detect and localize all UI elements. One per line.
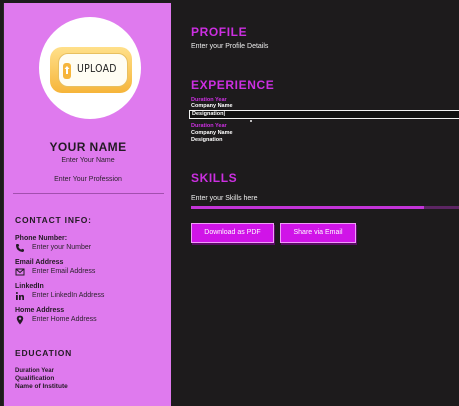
experience-duration-2[interactable]: Duration Year [191,123,227,129]
download-pdf-button[interactable]: Download as PDF [191,223,274,243]
sidebar-divider [13,193,164,194]
profession-input[interactable]: Enter Your Profession [4,176,172,183]
experience-company-2[interactable]: Company Name [191,130,233,136]
upload-photo-button[interactable]: UPLOAD [50,47,132,93]
phone-label: Phone Number: [15,235,68,242]
resume-builder: UPLOAD YOUR NAME Enter Your Name Enter Y… [0,0,459,406]
map-pin-icon [16,315,24,325]
phone-input[interactable]: Enter your Number [32,244,91,251]
linkedin-label: LinkedIn [15,283,44,290]
education-qualification[interactable]: Qualification [15,375,54,382]
profile-input[interactable]: Enter your Profile Details [191,43,268,50]
envelope-icon [15,268,25,276]
linkedin-input[interactable]: Enter LinkedIn Address [32,292,104,299]
upload-arrow-icon [63,63,71,79]
education-heading: EDUCATION [15,348,73,358]
email-label: Email Address [15,259,64,266]
contact-heading: CONTACT INFO: [15,215,92,225]
skill-bar-fill [191,206,425,209]
sidebar: UPLOAD YOUR NAME Enter Your Name Enter Y… [3,3,171,406]
main-panel: PROFILE Enter your Profile Details EXPER… [171,0,459,406]
name-heading[interactable]: YOUR NAME [4,140,172,154]
experience-company-1[interactable]: Company Name [191,103,233,109]
name-input[interactable]: Enter Your Name [4,157,172,164]
email-row[interactable]: Enter Email Address [15,267,165,277]
designation-input-1[interactable]: Designation| [189,110,459,119]
phone-icon [16,244,24,252]
skill-bar [191,206,459,209]
linkedin-icon [15,292,24,300]
skills-input[interactable]: Enter your Skills here [191,195,258,202]
home-address-row[interactable]: Enter Home Address [15,315,165,325]
profile-heading: PROFILE [191,25,248,39]
text-caret [250,120,252,122]
home-address-input[interactable]: Enter Home Address [32,316,97,323]
designation-value-1: Designation| [192,111,226,117]
experience-designation-2[interactable]: Designation [191,137,222,143]
experience-heading: EXPERIENCE [191,78,275,92]
email-input[interactable]: Enter Email Address [32,268,95,275]
skills-heading: SKILLS [191,171,238,185]
education-duration[interactable]: Duration Year [15,368,54,375]
upload-label: UPLOAD [77,62,117,75]
home-address-label: Home Address [15,307,65,314]
phone-row[interactable]: Enter your Number [15,243,165,253]
education-institute[interactable]: Name of Institute [15,383,68,390]
share-email-button[interactable]: Share via Email [280,223,356,243]
linkedin-row[interactable]: Enter LinkedIn Address [15,291,165,301]
